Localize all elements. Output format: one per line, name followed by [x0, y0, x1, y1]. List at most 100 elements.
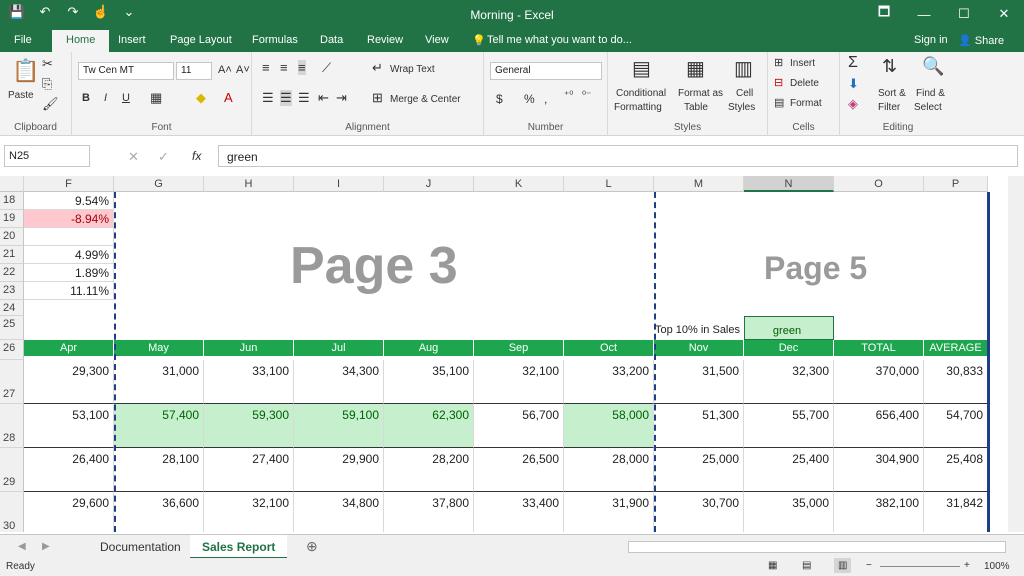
column-header-o[interactable]: O	[834, 176, 924, 192]
data-cell[interactable]: 31,900	[564, 492, 654, 532]
orientation-icon[interactable]: ⟋	[322, 60, 331, 76]
insert-cells-icon[interactable]: ⊞	[774, 56, 783, 69]
column-header-k[interactable]: K	[474, 176, 564, 192]
wrap-text-button[interactable]: Wrap Text	[390, 64, 435, 75]
bold-button[interactable]: B	[82, 92, 90, 104]
percent-cell[interactable]: 9.54%	[24, 192, 114, 210]
cancel-icon[interactable]: ✕	[128, 149, 139, 165]
underline-button[interactable]: U	[122, 92, 130, 104]
format-cells-icon[interactable]: ▤	[774, 96, 784, 109]
maximize-button[interactable]: ☐	[944, 0, 984, 28]
percent-cell[interactable]: 1.89%	[24, 264, 114, 282]
column-header-f[interactable]: F	[24, 176, 114, 192]
align-middle-icon[interactable]: ≡	[280, 60, 288, 75]
row-header-29[interactable]: 29	[0, 448, 24, 492]
column-header-m[interactable]: M	[654, 176, 744, 192]
data-cell[interactable]: 28,100	[114, 448, 204, 492]
italic-button[interactable]: I	[104, 92, 107, 104]
month-header-aug[interactable]: Aug	[384, 340, 474, 356]
data-cell[interactable]: 25,400	[744, 448, 834, 492]
tab-formulas[interactable]: Formulas	[252, 34, 298, 46]
cut-icon[interactable]: ✂	[42, 56, 53, 72]
new-sheet-icon[interactable]: ⊕	[306, 538, 318, 555]
month-header-average[interactable]: AVERAGE	[924, 340, 988, 356]
next-sheet-icon[interactable]: ▶	[42, 541, 50, 552]
align-center-icon[interactable]: ☰	[280, 90, 292, 106]
data-cell[interactable]: 59,100	[294, 404, 384, 448]
data-cell[interactable]: 26,500	[474, 448, 564, 492]
paste-label[interactable]: Paste	[8, 90, 34, 101]
row-header-25[interactable]: 25	[0, 316, 24, 340]
tab-insert[interactable]: Insert	[118, 34, 146, 46]
row-header-20[interactable]: 20	[0, 228, 24, 246]
format-painter-icon[interactable]: 🖌	[42, 96, 59, 112]
format-as-table-label-1[interactable]: Format as	[678, 88, 723, 99]
sort-filter-icon[interactable]: ⇅	[882, 56, 897, 77]
row-header-22[interactable]: 22	[0, 264, 24, 282]
month-header-may[interactable]: May	[114, 340, 204, 356]
cell-styles-label-2[interactable]: Styles	[728, 102, 755, 113]
data-cell[interactable]: 32,100	[204, 492, 294, 532]
select-all-corner[interactable]	[0, 176, 24, 192]
data-cell[interactable]: 34,300	[294, 360, 384, 404]
data-cell[interactable]: 62,300	[384, 404, 474, 448]
data-cell[interactable]: 29,300	[24, 360, 114, 404]
fill-icon[interactable]: ⬇	[848, 76, 859, 92]
format-cells-button[interactable]: Format	[790, 98, 822, 109]
data-cell[interactable]: 35,100	[384, 360, 474, 404]
normal-view-icon[interactable]: ▦	[768, 560, 777, 571]
percent-cell[interactable]: 11.11%	[24, 282, 114, 300]
paste-icon[interactable]: 📋	[12, 58, 39, 84]
data-cell[interactable]: 59,300	[204, 404, 294, 448]
decrease-indent-icon[interactable]: ⇤	[318, 90, 329, 106]
zoom-out-icon[interactable]: −	[866, 560, 872, 571]
shrink-font-button[interactable]: A˅	[236, 64, 250, 76]
merge-center-button[interactable]: Merge & Center	[390, 94, 461, 105]
data-cell[interactable]: 56,700	[474, 404, 564, 448]
format-as-table-label-2[interactable]: Table	[684, 102, 708, 113]
clear-icon[interactable]: ◈	[848, 96, 858, 112]
enter-icon[interactable]: ✓	[158, 149, 169, 165]
row-header-28[interactable]: 28	[0, 404, 24, 448]
align-bottom-icon[interactable]: ≡	[298, 60, 306, 75]
autosum-icon[interactable]: Σ	[848, 54, 858, 72]
cell-styles-icon[interactable]: ▥	[734, 56, 753, 81]
data-cell[interactable]: 32,300	[744, 360, 834, 404]
conditional-formatting-label-1[interactable]: Conditional	[616, 88, 666, 99]
month-header-jul[interactable]: Jul	[294, 340, 384, 356]
zoom-slider[interactable]	[880, 566, 960, 567]
fill-color-icon[interactable]: ◆	[196, 90, 206, 106]
column-header-h[interactable]: H	[204, 176, 294, 192]
row-header-19[interactable]: 19	[0, 210, 24, 228]
page-layout-view-icon[interactable]: ▤	[802, 560, 811, 571]
row-header-21[interactable]: 21	[0, 246, 24, 264]
tab-file[interactable]: File	[14, 34, 32, 46]
data-cell[interactable]: 33,100	[204, 360, 294, 404]
data-cell[interactable]: 25,000	[654, 448, 744, 492]
row-header-23[interactable]: 23	[0, 282, 24, 300]
sort-filter-label-1[interactable]: Sort &	[878, 88, 906, 99]
increase-indent-icon[interactable]: ⇥	[336, 90, 347, 106]
ribbon-display-icon[interactable]: 🗖	[864, 0, 904, 28]
currency-button[interactable]: $	[496, 92, 503, 106]
tab-home[interactable]: Home	[52, 30, 110, 52]
decrease-decimal-icon[interactable]: ⁰⁻	[582, 90, 591, 101]
row-header-18[interactable]: 18	[0, 192, 24, 210]
month-header-jun[interactable]: Jun	[204, 340, 294, 356]
data-cell[interactable]: 26,400	[24, 448, 114, 492]
align-top-icon[interactable]: ≡	[262, 60, 270, 75]
conditional-formatting-icon[interactable]: ▤	[632, 56, 651, 81]
wrap-text-icon[interactable]: ↵	[372, 60, 383, 76]
data-cell[interactable]: 35,000	[744, 492, 834, 532]
tab-review[interactable]: Review	[367, 34, 403, 46]
row-header-30[interactable]: 30	[0, 492, 24, 532]
month-header-total[interactable]: TOTAL	[834, 340, 924, 356]
month-header-apr[interactable]: Apr	[24, 340, 114, 356]
data-cell[interactable]: 29,900	[294, 448, 384, 492]
data-cell[interactable]: 51,300	[654, 404, 744, 448]
data-cell[interactable]: 27,400	[204, 448, 294, 492]
percent-cell[interactable]: 4.99%	[24, 246, 114, 264]
column-header-n[interactable]: N	[744, 176, 834, 192]
sign-in-link[interactable]: Sign in	[914, 34, 948, 46]
row-header-24[interactable]: 24	[0, 300, 24, 316]
